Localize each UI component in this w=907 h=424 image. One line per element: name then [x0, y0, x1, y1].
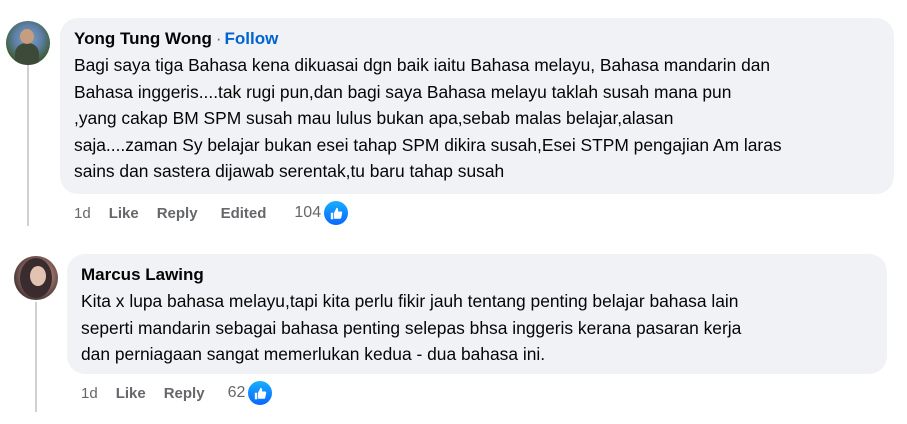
like-button[interactable]: Like: [109, 205, 139, 222]
comment-timestamp[interactable]: 1d: [81, 385, 98, 402]
avatar[interactable]: [14, 256, 58, 300]
thumbs-up-icon[interactable]: [323, 200, 350, 226]
avatar[interactable]: [6, 21, 50, 65]
reply-button[interactable]: Reply: [157, 205, 198, 222]
avatar-body: [15, 43, 39, 65]
comment-header: Marcus Lawing: [81, 264, 873, 286]
like-button[interactable]: Like: [116, 385, 146, 402]
author-name[interactable]: Yong Tung Wong: [74, 29, 212, 48]
reply-button[interactable]: Reply: [164, 385, 205, 402]
comment-bubble: Yong Tung Wong · Follow Bagi saya tiga Bah…: [60, 18, 894, 194]
reaction-count[interactable]: 62: [228, 384, 246, 402]
edited-label[interactable]: Edited: [221, 205, 267, 222]
thumbs-up-glyph: [330, 207, 342, 219]
thread-connector-line: [35, 302, 37, 412]
separator-dot: ·: [215, 29, 222, 48]
comment-text: Bagi saya tiga Bahasa kena dikuasai dgn …: [74, 55, 782, 181]
comment-header: Yong Tung Wong · Follow: [74, 28, 880, 50]
author-name[interactable]: Marcus Lawing: [81, 265, 204, 284]
comment-actions: 1d Like Reply 62: [81, 380, 274, 406]
thumbs-up-icon[interactable]: [247, 380, 274, 406]
avatar-face: [30, 266, 46, 286]
reaction-count[interactable]: 104: [294, 204, 321, 222]
thread-connector-line: [27, 62, 29, 226]
comment-actions: 1d Like Reply Edited 104: [74, 200, 350, 226]
comment-thread: Yong Tung Wong · Follow Bagi saya tiga Bah…: [0, 0, 907, 424]
thumbs-up-glyph: [254, 387, 267, 399]
comment-timestamp[interactable]: 1d: [74, 205, 91, 222]
comment-bubble: Marcus Lawing Kita x lupa bahasa melayu,…: [67, 254, 887, 374]
comment-text: Kita x lupa bahasa melayu,tapi kita perl…: [81, 291, 742, 364]
avatar-face: [20, 29, 34, 44]
follow-button[interactable]: Follow: [225, 29, 279, 48]
